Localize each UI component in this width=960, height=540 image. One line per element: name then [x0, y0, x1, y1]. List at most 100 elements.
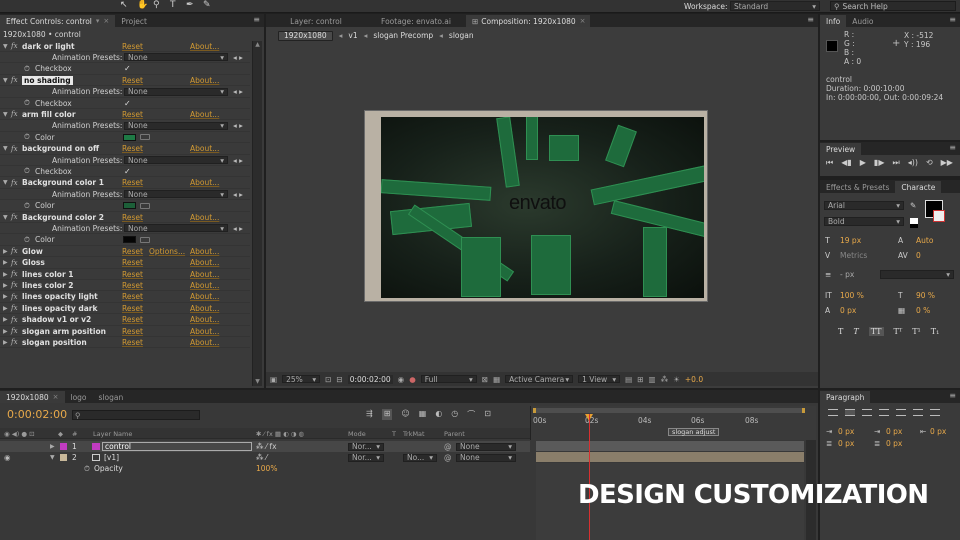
breadcrumb-item[interactable]: slogan Precomp [373, 31, 433, 40]
twirl-closed-icon[interactable]: ▶ [3, 271, 11, 278]
about-link[interactable]: About... [190, 258, 219, 267]
justify-all-icon[interactable] [930, 409, 940, 416]
fx-toggle-icon[interactable]: fx [11, 213, 22, 221]
about-link[interactable]: About... [190, 304, 219, 313]
panel-menu-icon[interactable]: ≡ [949, 15, 956, 24]
fast-previews-icon[interactable]: ⊞ [637, 375, 643, 384]
timeline-current-time[interactable]: 0:00:02:00 [7, 408, 67, 421]
motion-blur-icon[interactable]: ◐ [435, 409, 442, 420]
fx-toggle-icon[interactable]: fx [11, 338, 22, 346]
blend-mode-select[interactable]: Nor... ▾ [348, 442, 384, 451]
tab-effect-controls[interactable]: Effect Controls: control ▾ × [0, 15, 116, 27]
font-size-value[interactable]: 19 px [840, 236, 861, 245]
column-trkmat[interactable]: TrkMat [403, 430, 425, 438]
options-link[interactable]: Options... [149, 247, 185, 256]
layer-name[interactable]: control [102, 442, 252, 451]
effect-name[interactable]: Background color 1 [22, 178, 118, 187]
reset-link[interactable]: Reset [122, 338, 143, 347]
baseline-shift-value[interactable]: 0 px [840, 306, 856, 315]
about-link[interactable]: About... [190, 292, 219, 301]
table-row[interactable]: ⏱ Opacity 100% [0, 463, 530, 474]
twirl-closed-icon[interactable]: ▶ [3, 259, 11, 266]
preset-nav-icon[interactable]: ◂ ▸ [233, 190, 243, 199]
effect-name[interactable]: no shading [22, 75, 73, 85]
effect-name[interactable]: shadow v1 or v2 [22, 315, 118, 324]
stopwatch-icon[interactable]: ⏱ [24, 166, 30, 176]
animation-presets-select[interactable]: None ▾ [124, 190, 228, 199]
fx-toggle-icon[interactable]: fx [11, 327, 22, 335]
preset-nav-icon[interactable]: ◂ ▸ [233, 121, 243, 130]
vertical-scale-value[interactable]: 100 % [840, 291, 864, 300]
twirl-open-icon[interactable]: ▼ [3, 145, 11, 152]
about-link[interactable]: About... [190, 110, 219, 119]
align-left-icon[interactable] [828, 409, 838, 416]
panel-menu-icon[interactable]: ≡ [253, 15, 260, 24]
effect-name[interactable]: Glow [22, 247, 118, 256]
layer-name[interactable]: [v1] [104, 453, 119, 462]
ram-preview-icon[interactable]: ▶▶ [941, 158, 953, 168]
fx-toggle-icon[interactable]: fx [11, 76, 22, 84]
reset-link[interactable]: Reset [122, 213, 143, 222]
tab-project[interactable]: Project [115, 15, 153, 27]
trkmat-select[interactable]: No... ▾ [403, 453, 437, 462]
align-right-icon[interactable] [862, 409, 872, 416]
fx-toggle-icon[interactable]: fx [11, 281, 22, 289]
reset-link[interactable]: Reset [122, 292, 143, 301]
about-link[interactable]: About... [190, 144, 219, 153]
horizontal-scale-value[interactable]: 90 % [916, 291, 935, 300]
reset-link[interactable]: Reset [122, 304, 143, 313]
play-icon[interactable]: ▶ [860, 158, 866, 168]
stroke-color-swatch[interactable] [933, 210, 945, 222]
fx-toggle-icon[interactable]: fx [11, 42, 22, 50]
always-preview-icon[interactable]: ▣ [270, 375, 277, 384]
effect-name[interactable]: background on off [22, 144, 118, 153]
faux-italic-button[interactable]: T [853, 327, 858, 336]
font-style-select[interactable]: Bold ▾ [824, 217, 904, 226]
column-mode[interactable]: Mode [348, 430, 366, 438]
blend-mode-select[interactable]: Nor... ▾ [348, 453, 384, 462]
tab-character[interactable]: Characte [895, 181, 942, 193]
scrollbar[interactable]: ▲ ▼ [252, 41, 262, 386]
about-link[interactable]: About... [190, 315, 219, 324]
stopwatch-icon[interactable]: ⏱ [24, 235, 30, 245]
last-frame-icon[interactable]: ⏭ [892, 158, 899, 168]
eyedropper-icon[interactable] [140, 236, 150, 243]
reset-link[interactable]: Reset [122, 281, 143, 290]
tab-timeline-slogan[interactable]: slogan [93, 391, 130, 403]
camera-select[interactable]: Active Camera ▾ [505, 375, 574, 384]
toggle-pixel-icon[interactable]: ▤ [625, 375, 632, 384]
comp-flowchart-icon[interactable]: ⇶ [366, 409, 373, 420]
small-caps-button[interactable]: Tᵀ [894, 327, 903, 336]
font-family-select[interactable]: Arial ▾ [824, 201, 904, 210]
twirl-closed-icon[interactable]: ▶ [3, 305, 11, 312]
about-link[interactable]: About... [190, 270, 219, 279]
about-link[interactable]: About... [190, 76, 219, 85]
about-link[interactable]: About... [190, 42, 219, 51]
layer-switches[interactable]: ⁂ ⁄ [256, 453, 267, 462]
resolution-select[interactable]: Full ▾ [420, 375, 477, 384]
reset-link[interactable]: Reset [122, 42, 143, 51]
reset-link[interactable]: Reset [122, 247, 143, 256]
view-layout-select[interactable]: 1 View ▾ [578, 375, 621, 384]
column-t[interactable]: T [392, 430, 396, 438]
effect-name[interactable]: lines color 2 [22, 281, 118, 290]
eyedropper-icon[interactable]: ✎ [910, 201, 916, 210]
subscript-button[interactable]: T₁ [931, 327, 940, 336]
parent-select[interactable]: None ▾ [456, 453, 516, 462]
preset-nav-icon[interactable]: ◂ ▸ [233, 224, 243, 233]
fx-toggle-icon[interactable]: fx [11, 293, 22, 301]
loop-icon[interactable]: ⟲ [926, 158, 933, 168]
tab-paragraph[interactable]: Paragraph [820, 391, 871, 403]
twirl-closed-icon[interactable]: ▶ [3, 282, 11, 289]
visibility-icon[interactable]: ◉ [4, 453, 11, 462]
flowchart-icon[interactable]: ⁂ [661, 375, 669, 384]
reset-link[interactable]: Reset [122, 144, 143, 153]
pickwhip-icon[interactable]: @ [444, 453, 452, 462]
stopwatch-icon[interactable]: ⏱ [24, 201, 30, 211]
layer-label-swatch[interactable] [60, 443, 67, 450]
eyedropper-icon[interactable] [140, 202, 150, 209]
checkbox[interactable]: ✓ [124, 64, 131, 73]
scroll-down-icon[interactable]: ▼ [253, 378, 262, 385]
tab-preview[interactable]: Preview [820, 143, 862, 155]
tab-audio[interactable]: Audio [846, 15, 879, 27]
